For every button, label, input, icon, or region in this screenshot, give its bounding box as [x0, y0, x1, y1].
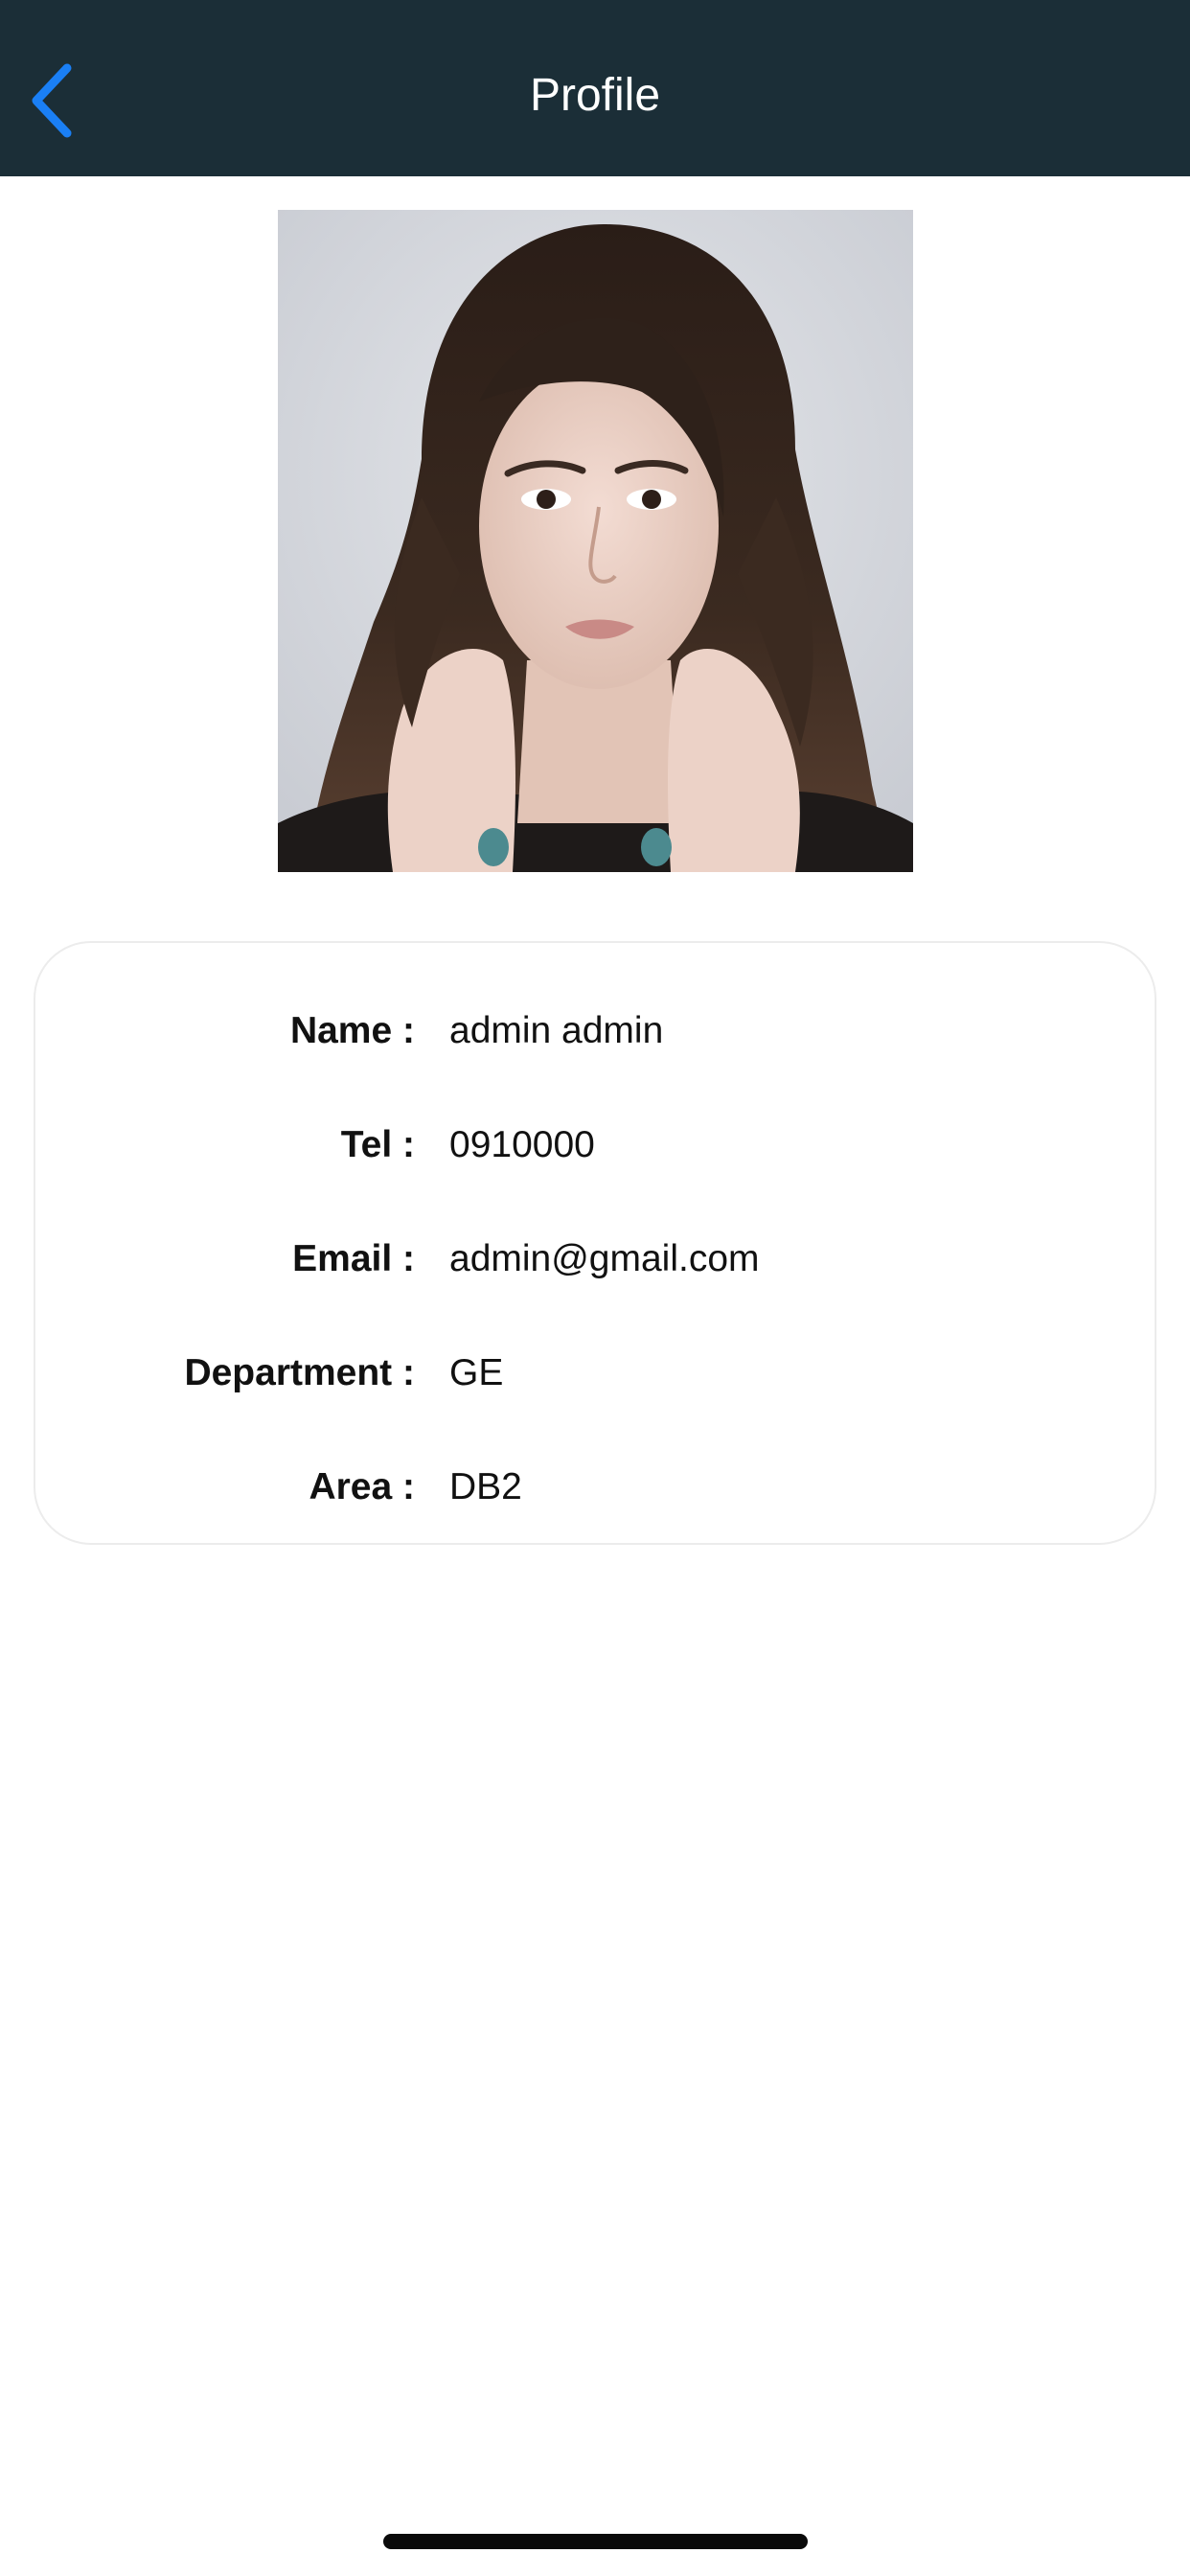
home-indicator[interactable] [383, 2534, 808, 2549]
detail-row-area: Area : DB2 [35, 1459, 1155, 1516]
profile-details-card: Name : admin admin Tel : 0910000 Email :… [34, 941, 1156, 1545]
detail-row-email: Email : admin@gmail.com [35, 1230, 1155, 1288]
area-value: DB2 [449, 1466, 522, 1507]
email-label: Email : [292, 1238, 415, 1279]
detail-row-department: Department : GE [35, 1345, 1155, 1402]
email-value: admin@gmail.com [449, 1238, 760, 1279]
tel-value: 0910000 [449, 1124, 595, 1165]
area-label: Area : [309, 1466, 415, 1507]
tel-label: Tel : [340, 1124, 415, 1165]
portrait-photo [278, 210, 913, 872]
department-label: Department : [184, 1352, 415, 1393]
detail-row-tel: Tel : 0910000 [35, 1116, 1155, 1174]
department-value: GE [449, 1352, 504, 1393]
name-value: admin admin [449, 1010, 664, 1051]
page-title: Profile [529, 70, 661, 121]
nav-bar: Profile [0, 0, 1190, 176]
name-label: Name : [289, 1010, 415, 1051]
detail-row-name: Name : admin admin [35, 1002, 1155, 1060]
profile-photo [278, 210, 913, 872]
